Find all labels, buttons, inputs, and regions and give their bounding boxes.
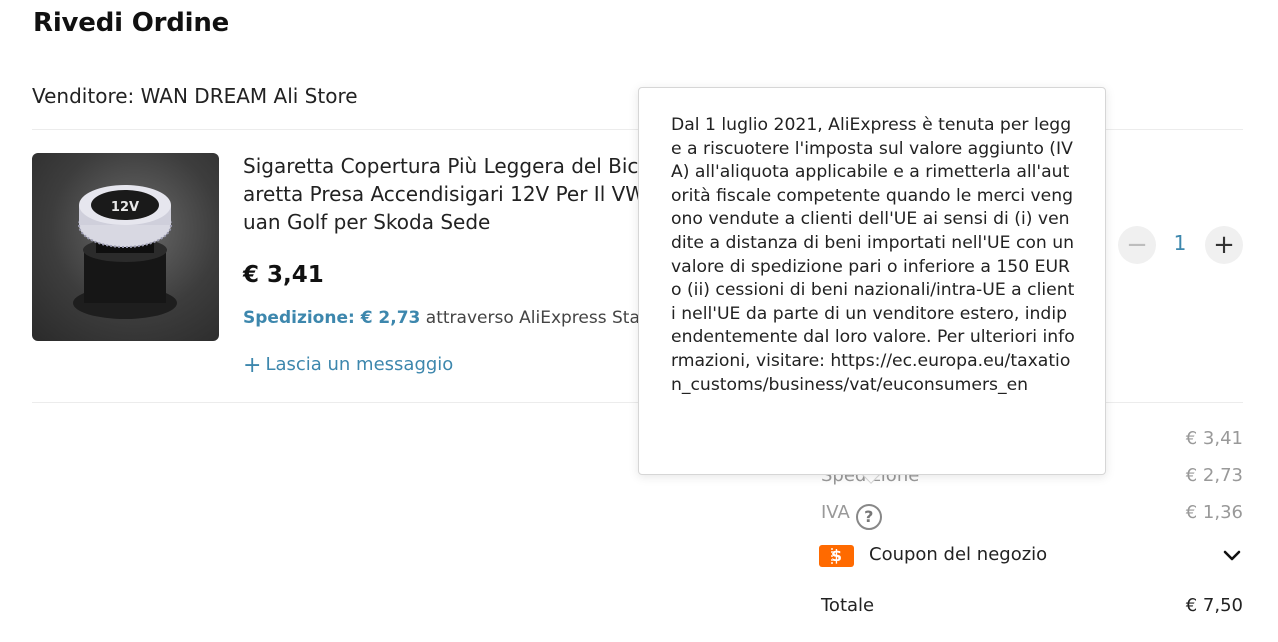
leave-message-label: Lascia un messaggio: [265, 354, 454, 375]
iva-label: IVA: [821, 502, 850, 523]
coupon-label: Coupon del negozio: [869, 544, 1048, 565]
product-name-line: aretta Presa Accendisigari 12V Per Il VW: [243, 182, 643, 206]
store-coupon-row[interactable]: $ Coupon del negozio: [819, 544, 1243, 570]
product-name-line: Sigaretta Copertura Più Leggera del Bic: [243, 154, 639, 178]
help-question-icon[interactable]: ?: [855, 504, 882, 530]
shipping-info: Spedizione: € 2,73 attraverso AliExpress…: [243, 308, 643, 328]
shipping-price: Spedizione: € 2,73: [243, 308, 421, 328]
coupon-icon: $: [819, 545, 854, 567]
total-label: Totale: [821, 595, 875, 616]
chevron-down-icon[interactable]: [1221, 545, 1243, 567]
plus-icon: +: [243, 353, 262, 378]
summary-label-iva: IVA?: [821, 502, 882, 530]
review-order-page: Rivedi Ordine Venditore: WAN DREAM Ali S…: [0, 0, 1278, 642]
product-name[interactable]: Sigaretta Copertura Più Leggera del Bic …: [243, 152, 643, 236]
product-image-label: 12V: [111, 200, 139, 215]
quantity-increase-button[interactable]: +: [1205, 226, 1243, 264]
product-name-line: uan Golf per Skoda Sede: [243, 210, 491, 234]
total-value: € 7,50: [1185, 595, 1243, 616]
seller-name: Venditore: WAN DREAM Ali Store: [32, 84, 358, 108]
total-row: Totale € 7,50: [821, 595, 1243, 616]
product-price: € 3,41: [243, 262, 324, 288]
summary-value: € 2,73: [1185, 465, 1243, 486]
product-picture: 12V: [73, 185, 177, 319]
summary-value: € 3,41: [1185, 428, 1243, 449]
product-image[interactable]: 12V: [32, 153, 219, 341]
summary-value: € 1,36: [1185, 502, 1243, 523]
iva-tooltip: Dal 1 luglio 2021, AliExpress è tenuta p…: [638, 87, 1106, 475]
page-title: Rivedi Ordine: [33, 8, 230, 38]
leave-message-link[interactable]: + Lascia un messaggio: [243, 353, 453, 378]
shipping-method: attraverso AliExpress Stan: [425, 308, 643, 328]
tooltip-text: Dal 1 luglio 2021, AliExpress è tenuta p…: [671, 115, 1075, 395]
quantity-value[interactable]: 1: [1166, 231, 1194, 255]
quantity-decrease-button[interactable]: −: [1118, 226, 1156, 264]
